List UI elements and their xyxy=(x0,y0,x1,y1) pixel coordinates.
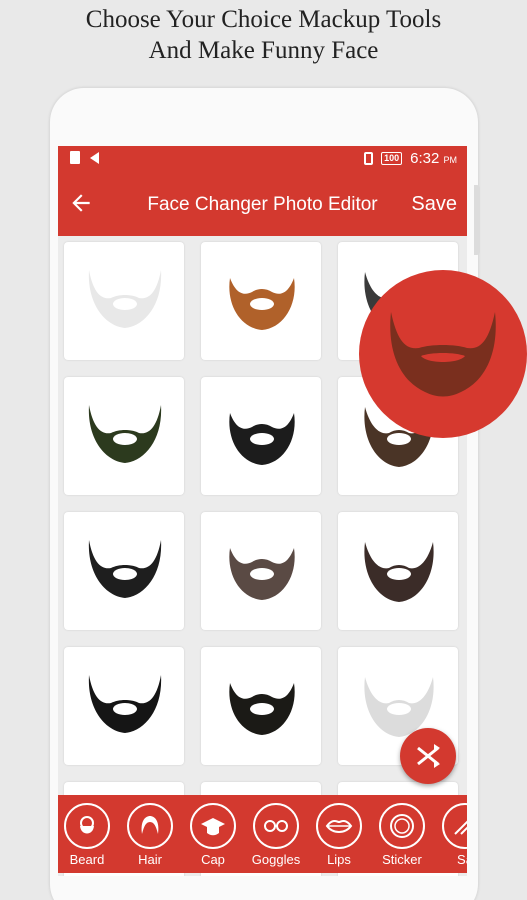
app-bar: Face Changer Photo Editor Save xyxy=(58,172,467,236)
tool-ring xyxy=(64,803,110,849)
sticker-icon xyxy=(390,814,414,838)
tool-lips[interactable]: Lips xyxy=(309,803,369,867)
beard-option[interactable] xyxy=(201,647,321,765)
tool-ring xyxy=(190,803,236,849)
beard-icon xyxy=(229,278,295,330)
shuffle-fab[interactable] xyxy=(400,728,456,784)
sim-icon xyxy=(70,151,80,164)
status-time: 6:32 xyxy=(410,150,440,167)
beard-preview-magnifier xyxy=(359,270,527,438)
tool-label: Sa xyxy=(457,852,467,867)
beard-option[interactable] xyxy=(64,377,184,495)
hair-icon xyxy=(141,816,159,834)
page-title: Face Changer Photo Editor xyxy=(147,194,378,215)
beard-option[interactable] xyxy=(201,242,321,360)
tool-ring xyxy=(253,803,299,849)
beard-preview-icon xyxy=(390,312,496,397)
tool-cap[interactable]: Cap xyxy=(183,803,243,867)
tool-ring xyxy=(379,803,425,849)
beard-face-icon xyxy=(80,816,94,834)
tools-bar: Beard Hair Cap Goggles Lips Sticker Sa xyxy=(58,795,467,873)
beard-option[interactable] xyxy=(64,512,184,630)
tool-goggles[interactable]: Goggles xyxy=(246,803,306,867)
beard-option[interactable] xyxy=(201,512,321,630)
beard-option[interactable] xyxy=(64,242,184,360)
tool-label: Hair xyxy=(138,852,162,867)
tool-hair[interactable]: Hair xyxy=(120,803,180,867)
tool-sa[interactable]: Sa xyxy=(435,803,467,867)
beard-icon xyxy=(88,270,162,328)
beard-icon xyxy=(229,683,295,735)
beard-icon xyxy=(88,540,162,598)
beard-icon xyxy=(229,413,295,465)
tool-ring xyxy=(442,803,467,849)
status-bar: 100 6:32 PM xyxy=(58,146,467,172)
tool-beard[interactable]: Beard xyxy=(58,803,117,867)
beard-icon xyxy=(88,675,162,733)
shuffle-icon xyxy=(417,744,440,768)
cap-icon xyxy=(201,818,225,836)
status-clock: 6:32 PM xyxy=(410,150,457,167)
beard-option[interactable] xyxy=(64,647,184,765)
tool-label: Sticker xyxy=(382,852,422,867)
tool-label: Beard xyxy=(69,852,105,867)
beard-icon xyxy=(88,405,162,463)
tool-label: Cap xyxy=(201,852,225,867)
beard-option[interactable] xyxy=(338,512,458,630)
battery-icon: 100 xyxy=(381,152,403,165)
save-button[interactable]: Save xyxy=(411,193,457,216)
tool-sticker[interactable]: Sticker xyxy=(372,803,432,867)
promo-heading: Choose Your Choice Mackup Tools And Make… xyxy=(0,4,527,66)
tool-label: Lips xyxy=(327,852,351,867)
play-icon xyxy=(90,151,99,164)
vibrate-icon xyxy=(364,152,374,165)
goggles-icon xyxy=(264,820,288,832)
phone-side-button xyxy=(474,185,480,255)
beard-icon xyxy=(229,548,295,600)
promo-line-1: Choose Your Choice Mackup Tools xyxy=(85,6,442,33)
tool-ring xyxy=(127,803,173,849)
beard-icon xyxy=(364,542,434,602)
more-icon xyxy=(454,820,467,835)
beard-option[interactable] xyxy=(201,377,321,495)
tool-ring xyxy=(316,803,362,849)
tool-label: Goggles xyxy=(251,852,301,867)
lips-icon xyxy=(325,820,353,833)
status-ampm: PM xyxy=(443,155,458,165)
promo-line-2: And Make Funny Face xyxy=(148,37,379,64)
